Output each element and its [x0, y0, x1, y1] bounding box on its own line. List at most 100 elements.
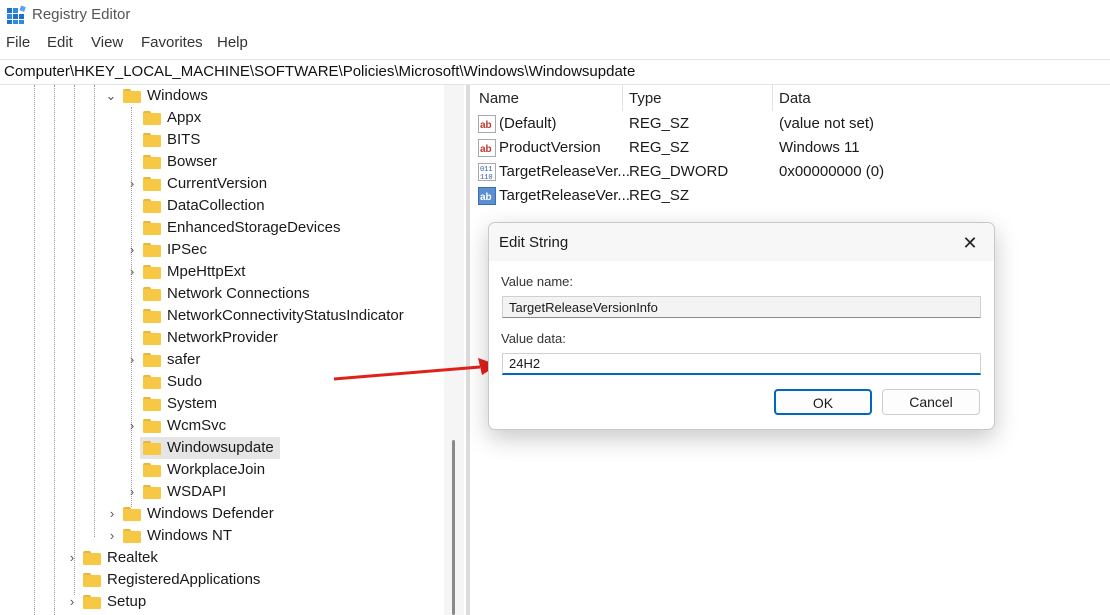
tree-item[interactable]: System: [0, 393, 440, 415]
tree-item[interactable]: DataCollection: [0, 195, 440, 217]
tree-item[interactable]: EnhancedStorageDevices: [0, 217, 440, 239]
value-name: ProductVersion: [499, 139, 601, 156]
tree-item-windows[interactable]: ⌄ Windows: [0, 85, 440, 107]
tree-item-label: Sudo: [167, 373, 203, 390]
tree-item-label: BITS: [167, 131, 201, 148]
value-data-label: Value data:: [501, 331, 566, 346]
tree-item[interactable]: Bowser: [0, 151, 440, 173]
folder-icon: [143, 419, 161, 433]
tree-item[interactable]: › WcmSvc: [0, 415, 440, 437]
folder-icon: [143, 353, 161, 367]
folder-icon: [123, 529, 141, 543]
folder-icon: [83, 551, 101, 565]
value-type: REG_SZ: [629, 115, 690, 132]
tree-item-label: MpeHttpExt: [167, 263, 246, 280]
chevron-right-icon[interactable]: ›: [126, 484, 138, 500]
tree-item-label: Network Connections: [167, 285, 310, 302]
column-divider[interactable]: [622, 85, 623, 111]
tree-item-label: Realtek: [107, 549, 158, 566]
ok-button[interactable]: OK: [774, 389, 872, 415]
tree-item[interactable]: › Windows NT: [0, 525, 440, 547]
string-value-icon: ab: [478, 139, 496, 157]
address-bar[interactable]: Computer\HKEY_LOCAL_MACHINE\SOFTWARE\Pol…: [0, 59, 1110, 85]
value-name-field[interactable]: [502, 296, 981, 318]
folder-icon: [143, 309, 161, 323]
menu-help[interactable]: Help: [217, 34, 248, 51]
value-name-label: Value name:: [501, 274, 574, 289]
tree-item-label: NetworkConnectivityStatusIndicator: [167, 307, 404, 324]
tree-item[interactable]: › Setup: [0, 591, 440, 613]
folder-icon: [143, 133, 161, 147]
svg-text:ab: ab: [480, 120, 492, 131]
tree-item[interactable]: Network Connections: [0, 283, 440, 305]
dword-value-icon: 011110: [478, 163, 496, 181]
tree-item-label: RegisteredApplications: [107, 571, 261, 588]
chevron-down-icon[interactable]: ⌄: [105, 88, 117, 104]
tree-item[interactable]: WorkplaceJoin: [0, 459, 440, 481]
folder-icon: [143, 463, 161, 477]
cancel-button[interactable]: Cancel: [882, 389, 980, 415]
tree-item[interactable]: › CurrentVersion: [0, 173, 440, 195]
tree-scrollbar-thumb[interactable]: [452, 440, 455, 615]
folder-icon: [143, 287, 161, 301]
tree-item[interactable]: › IPSec: [0, 239, 440, 261]
close-icon[interactable]: ✕: [959, 232, 981, 254]
value-row[interactable]: ab (Default) REG_SZ (value not set): [471, 112, 1110, 136]
tree-item[interactable]: › Realtek: [0, 547, 440, 569]
value-row-selected[interactable]: ab TargetReleaseVer... REG_SZ: [471, 184, 1110, 208]
string-value-icon: ab: [478, 187, 496, 205]
tree-item-label: Windowsupdate: [167, 439, 274, 456]
value-name: (Default): [499, 115, 557, 132]
chevron-right-icon[interactable]: ›: [106, 528, 118, 544]
tree-item[interactable]: Appx: [0, 107, 440, 129]
tree-item[interactable]: RegisteredApplications: [0, 569, 440, 591]
tree-item-label: WSDAPI: [167, 483, 227, 500]
column-header-type[interactable]: Type: [629, 90, 662, 107]
folder-icon: [83, 573, 101, 587]
chevron-right-icon[interactable]: ›: [126, 418, 138, 434]
chevron-right-icon[interactable]: ›: [126, 176, 138, 192]
dialog-header: Edit String ✕: [489, 223, 994, 261]
value-row[interactable]: ab ProductVersion REG_SZ Windows 11: [471, 136, 1110, 160]
value-name: TargetReleaseVer...: [499, 163, 630, 180]
value-type: REG_DWORD: [629, 163, 729, 180]
tree-item-selected[interactable]: Windowsupdate: [0, 437, 440, 459]
folder-icon: [83, 595, 101, 609]
menu-file[interactable]: File: [6, 34, 30, 51]
value-row[interactable]: 011 110 TargetReleaseVer... REG_DWORD 0x0…: [471, 160, 1110, 184]
tree-item[interactable]: NetworkConnectivityStatusIndicator: [0, 305, 440, 327]
column-header-name[interactable]: Name: [479, 90, 519, 107]
svg-text:110: 110: [480, 174, 493, 181]
chevron-right-icon[interactable]: ›: [106, 506, 118, 522]
tree-item-label: DataCollection: [167, 197, 265, 214]
column-header-data[interactable]: Data: [779, 90, 811, 107]
edit-string-dialog: Edit String ✕ Value name: Value data: OK…: [488, 222, 995, 430]
tree-item[interactable]: › MpeHttpExt: [0, 261, 440, 283]
tree-item[interactable]: NetworkProvider: [0, 327, 440, 349]
chevron-right-icon[interactable]: ›: [126, 264, 138, 280]
chevron-right-icon[interactable]: ›: [66, 594, 78, 610]
folder-icon: [143, 397, 161, 411]
tree-item[interactable]: › Windows Defender: [0, 503, 440, 525]
value-data-field[interactable]: [502, 353, 981, 375]
chevron-right-icon[interactable]: ›: [126, 242, 138, 258]
tree-item-label: Windows NT: [147, 527, 233, 544]
value-data: (value not set): [779, 115, 875, 132]
tree-item-label: NetworkProvider: [167, 329, 278, 346]
folder-icon: [143, 199, 161, 213]
value-type: REG_SZ: [629, 139, 690, 156]
folder-icon: [143, 221, 161, 235]
svg-text:ab: ab: [480, 144, 492, 155]
chevron-right-icon[interactable]: ›: [66, 550, 78, 566]
column-divider[interactable]: [772, 85, 773, 111]
tree-item-label: WcmSvc: [167, 417, 227, 434]
menu-favorites[interactable]: Favorites: [141, 34, 203, 51]
chevron-right-icon[interactable]: ›: [126, 352, 138, 368]
tree-item-label: Windows: [147, 87, 208, 104]
tree-item[interactable]: › WSDAPI: [0, 481, 440, 503]
address-path: Computer\HKEY_LOCAL_MACHINE\SOFTWARE\Pol…: [4, 63, 636, 80]
tree-item[interactable]: BITS: [0, 129, 440, 151]
menu-edit[interactable]: Edit: [47, 34, 73, 51]
pane-splitter[interactable]: [466, 85, 470, 615]
menu-view[interactable]: View: [91, 34, 123, 51]
